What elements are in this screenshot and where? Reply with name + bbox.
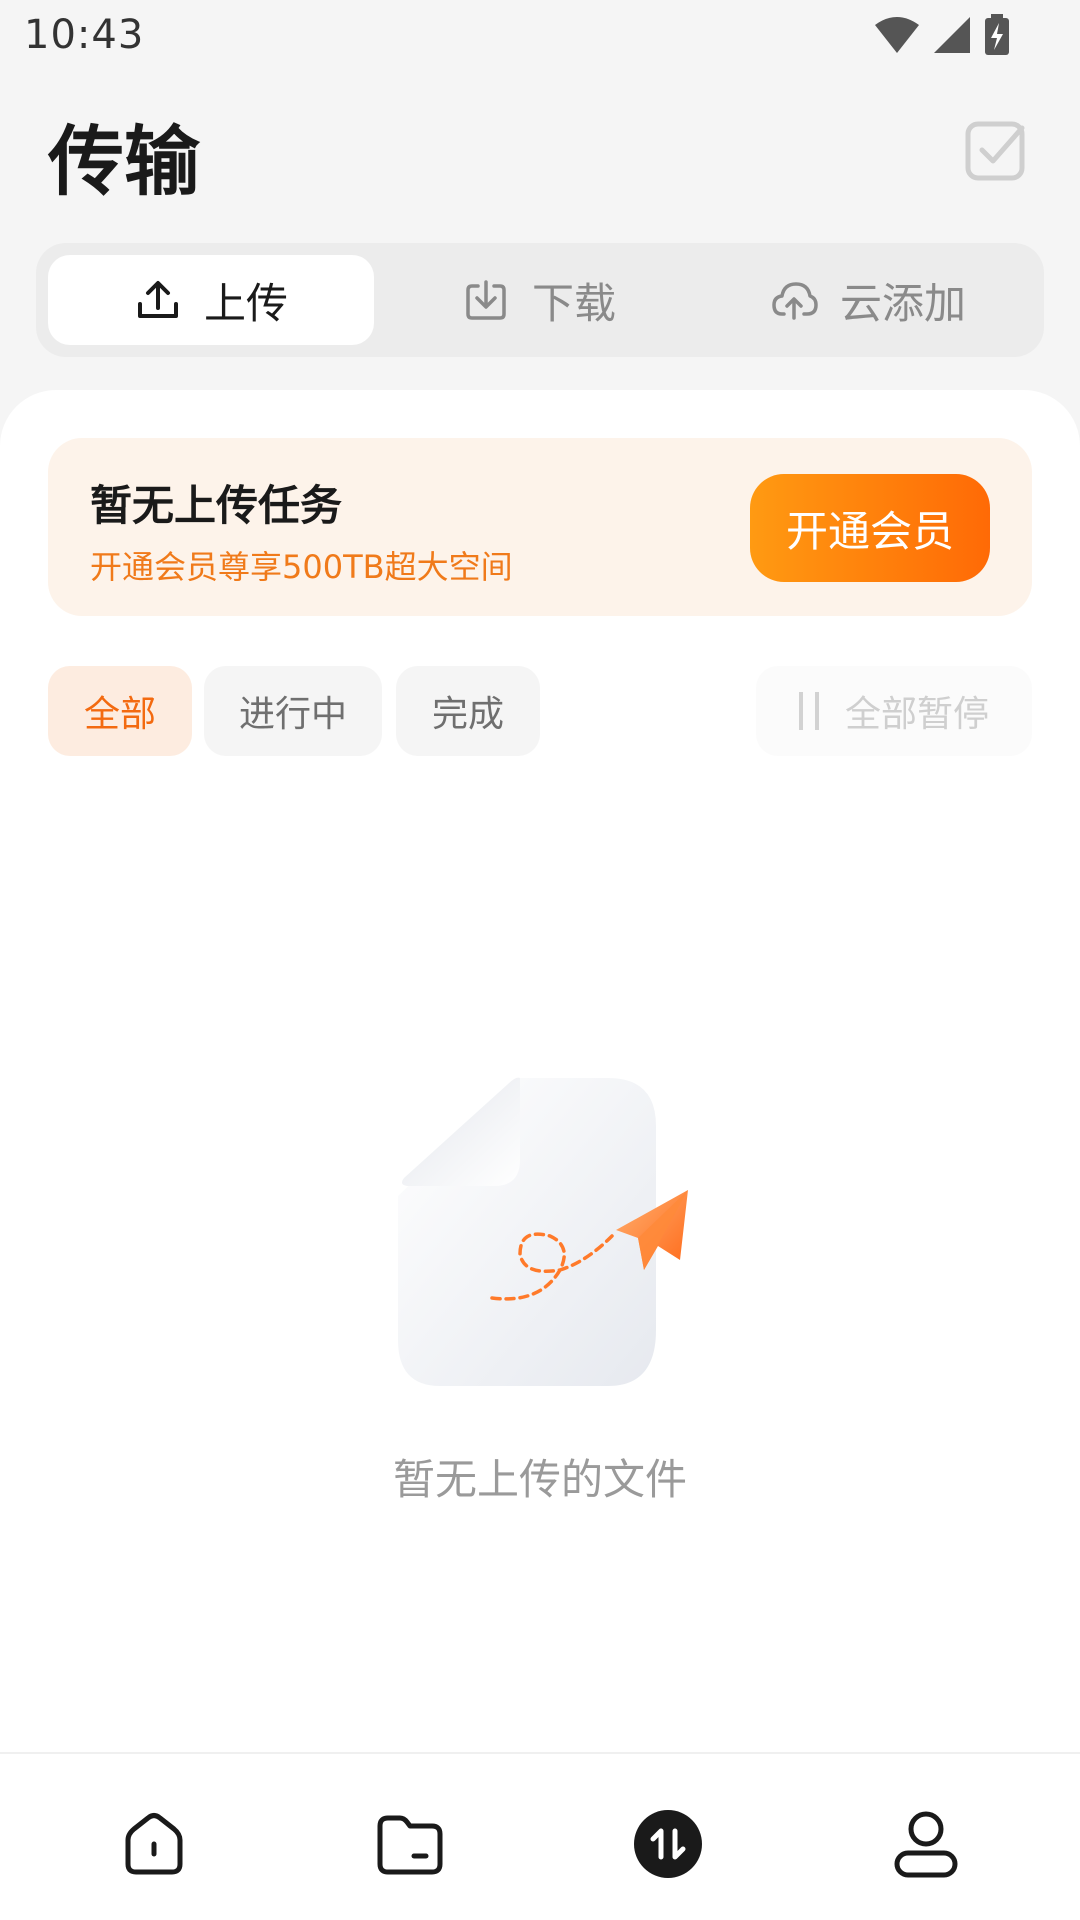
status-icons <box>874 14 1010 56</box>
folder-icon <box>377 1815 443 1875</box>
pause-icon <box>798 692 819 730</box>
download-icon <box>466 280 506 320</box>
home-icon <box>125 1813 183 1875</box>
nav-files[interactable] <box>370 1804 450 1884</box>
multi-select-button[interactable] <box>964 118 1028 182</box>
nav-profile[interactable] <box>886 1804 966 1884</box>
promo-title: 暂无上传任务 <box>90 481 343 530</box>
wifi-icon <box>875 17 919 53</box>
open-membership-button[interactable]: 开通会员 <box>750 474 990 582</box>
filter-completed[interactable]: 完成 <box>396 666 540 756</box>
page-title: 传输 <box>48 117 200 206</box>
upload-icon <box>137 281 178 318</box>
empty-state-message: 暂无上传的文件 <box>392 1455 687 1504</box>
battery-charging-icon <box>985 14 1009 55</box>
tab-download[interactable]: 下载 <box>376 255 702 345</box>
nav-transfer[interactable] <box>628 1804 708 1884</box>
tab-upload-label: 上传 <box>203 278 288 328</box>
tab-download-label: 下载 <box>531 278 616 328</box>
pause-all-button[interactable]: 全部暂停 <box>756 666 1032 756</box>
nav-home[interactable] <box>114 1804 194 1884</box>
promo-subtitle: 开通会员尊享500TB超大空间 <box>90 548 513 586</box>
transfer-icon <box>634 1810 702 1878</box>
empty-file-illustration <box>398 1077 688 1386</box>
profile-icon <box>894 1811 958 1878</box>
filter-in-progress[interactable]: 进行中 <box>204 666 382 756</box>
membership-promo-banner: 暂无上传任务 开通会员尊享500TB超大空间 开通会员 <box>48 438 1032 616</box>
transfer-type-tabs: 上传 下载 云添加 <box>36 243 1044 357</box>
tab-upload[interactable]: 上传 <box>48 255 374 345</box>
cloud-upload-icon <box>772 282 818 320</box>
status-time: 10:43 <box>24 12 145 58</box>
bottom-navigation <box>0 1752 1080 1920</box>
filter-all[interactable]: 全部 <box>48 666 192 756</box>
checkbox-check-icon <box>965 121 1025 181</box>
status-bar: 10:43 <box>0 0 1080 72</box>
pause-all-label: 全部暂停 <box>844 694 989 735</box>
tab-cloud-add-label: 云添加 <box>839 278 966 328</box>
cellular-signal-icon <box>934 17 970 53</box>
tab-cloud-add[interactable]: 云添加 <box>704 255 1032 345</box>
